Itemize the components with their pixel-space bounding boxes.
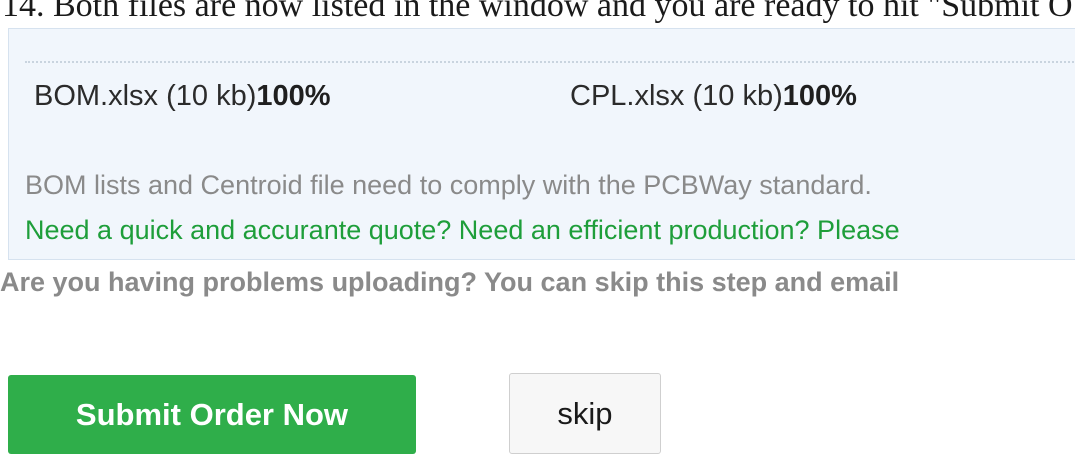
skip-button[interactable]: skip [509, 373, 661, 454]
promo-text: Need a quick and accurante quote? Need a… [25, 215, 900, 245]
uploaded-file-bom: BOM.xlsx (10 kb)100% [34, 78, 331, 114]
divider [25, 61, 1075, 63]
upload-problem-text: Are you having problems uploading? You c… [0, 267, 900, 297]
file-name: CPL.xlsx (10 kb) [570, 80, 783, 112]
instruction-text: 14. Both files are now listed in the win… [2, 0, 1073, 24]
uploaded-file-cpl: CPL.xlsx (10 kb)100% [570, 78, 857, 114]
upload-progress: 100% [256, 80, 331, 112]
upload-panel: BOM.xlsx (10 kb)100% CPL.xlsx (10 kb)100… [8, 28, 1075, 260]
file-name: BOM.xlsx (10 kb) [34, 80, 257, 112]
upload-progress: 100% [782, 80, 857, 112]
compliance-note: BOM lists and Centroid file need to comp… [25, 170, 872, 200]
submit-order-button[interactable]: Submit Order Now [8, 375, 416, 454]
